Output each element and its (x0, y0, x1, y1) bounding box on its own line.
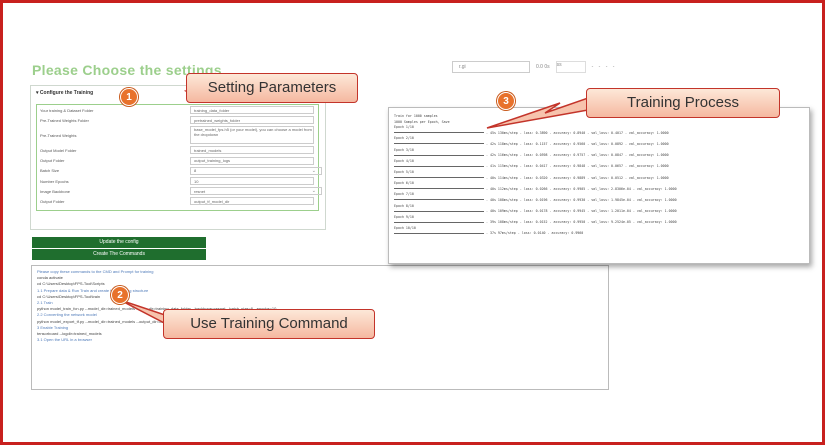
settings-row-input[interactable]: output_training_logs (190, 156, 314, 165)
epoch-progress-line: - 37s 97ms/step - loss: 0.0140 - accurac… (394, 231, 804, 237)
settings-row-label: Output Folder (40, 158, 65, 164)
settings-row: Image Backbone resnet ⌄ (37, 186, 322, 196)
epoch-progress-bar (394, 221, 484, 223)
epoch-stats: - 45s 130ms/step - loss: 0.3890 - accura… (486, 130, 669, 135)
settings-row-input[interactable]: 8 (190, 166, 322, 175)
epoch-progress-bar (394, 143, 484, 145)
settings-row-input[interactable]: training_data_folder (190, 106, 314, 115)
epoch-progress-bar (394, 232, 484, 234)
settings-row-input[interactable]: trained_models (190, 146, 314, 155)
epoch-progress-bar (394, 199, 484, 201)
callout-setting-text: Setting Parameters (207, 79, 337, 96)
update-config-button[interactable]: Update the config (32, 237, 206, 248)
training-terminal: Train for 1000 samples 1000 Samples per E… (388, 107, 810, 264)
settings-row-label: Output Folder (40, 198, 65, 204)
top-search-input[interactable]: r.gi (452, 61, 530, 73)
settings-row-input[interactable]: base_model_fps.h5 (or your model), you c… (190, 126, 314, 145)
callout-setting-parameters: Setting Parameters (186, 73, 358, 103)
callout-use-training-command: Use Training Command (163, 309, 375, 339)
callout-command-text: Use Training Command (190, 315, 348, 332)
settings-row: Output Folder output_training_logs (37, 156, 318, 166)
settings-row: Batch Size 8 ⌄ (37, 166, 322, 176)
settings-form: Your training & Dataset Folder training_d… (36, 104, 322, 211)
epoch-stats: - 42s 116ms/step - loss: 0.0598 - accura… (486, 153, 669, 158)
epoch-stats: - 40s 114ms/step - loss: 0.0320 - accura… (486, 175, 669, 180)
settings-row: Pre-Trained Weights Folder pretrained_wei… (37, 115, 318, 125)
epoch-progress-bar (394, 154, 484, 156)
settings-row-label: Pre-Trained Weights (40, 132, 77, 138)
badge-2: 2 (111, 286, 129, 304)
settings-row: Number Epochs 10 (37, 176, 318, 186)
settings-row-input[interactable]: pretrained_weights_folder (190, 116, 314, 125)
create-commands-button[interactable]: Create The Commands (32, 249, 206, 260)
settings-row: Your training & Dataset Folder training_d… (37, 105, 318, 115)
callout-training-process: Training Process (586, 88, 780, 118)
settings-row-input[interactable]: 10 (190, 177, 314, 186)
badge-1: 1 (120, 88, 138, 106)
settings-row-label: Number Epochs (40, 178, 69, 184)
epoch-progress-bar (394, 210, 484, 212)
epoch-progress-bar (394, 177, 484, 179)
badge-3: 3 (497, 92, 515, 110)
settings-row-input[interactable]: output_tf_model_dir (190, 197, 314, 206)
epoch-progress-bar (394, 188, 484, 190)
epoch-stats: - 42s 118ms/step - loss: 0.1157 - accura… (486, 141, 669, 146)
epoch-stats: - 37s 97ms/step - loss: 0.0140 - accurac… (486, 231, 584, 236)
settings-row: Output Model Folder trained_models (37, 145, 318, 155)
epoch-stats: - 40s 109ms/step - loss: 0.0178 - accura… (486, 209, 677, 214)
top-select[interactable]: ss (555, 61, 586, 73)
epoch-stats: - 39s 108ms/step - loss: 0.0152 - accura… (486, 220, 677, 225)
top-nav-dots[interactable]: - - - - (592, 64, 617, 70)
settings-row-label: Output Model Folder (40, 147, 77, 153)
epoch-stats: - 41s 115ms/step - loss: 0.0417 - accura… (486, 164, 669, 169)
chevron-down-icon[interactable]: ⌄ (312, 168, 316, 174)
top-toolbar: r.gi 0.0 0s ss - - - - (452, 60, 616, 74)
epoch-progress-bar (394, 132, 484, 134)
epoch-stats: - 40s 112ms/step - loss: 0.0266 - accura… (486, 186, 677, 191)
epoch-stats: - 40s 108ms/step - loss: 0.0196 - accura… (486, 197, 677, 202)
settings-panel: ▾ Configure the Training Your training &… (30, 85, 326, 230)
settings-row: Output Folder output_tf_model_dir (37, 196, 318, 206)
chevron-down-icon[interactable]: ⌄ (312, 188, 316, 194)
settings-row-label: Batch Size (40, 168, 60, 174)
settings-row-label: Your training & Dataset Folder (40, 107, 94, 113)
settings-row-label: Pre-Trained Weights Folder (40, 117, 89, 123)
settings-header-label: Configure the Training (39, 90, 94, 96)
settings-row-input[interactable]: resnet (190, 187, 322, 196)
settings-row: Pre-Trained Weights base_model_fps.h5 (or… (37, 125, 318, 145)
epoch-progress-bar (394, 165, 484, 167)
callout-training-text: Training Process (627, 94, 739, 111)
top-field-value: 0.0 0s (536, 64, 550, 70)
terminal-log: Train for 1000 samples 1000 Samples per E… (394, 114, 804, 237)
settings-row-label: Image Backbone (40, 188, 71, 194)
